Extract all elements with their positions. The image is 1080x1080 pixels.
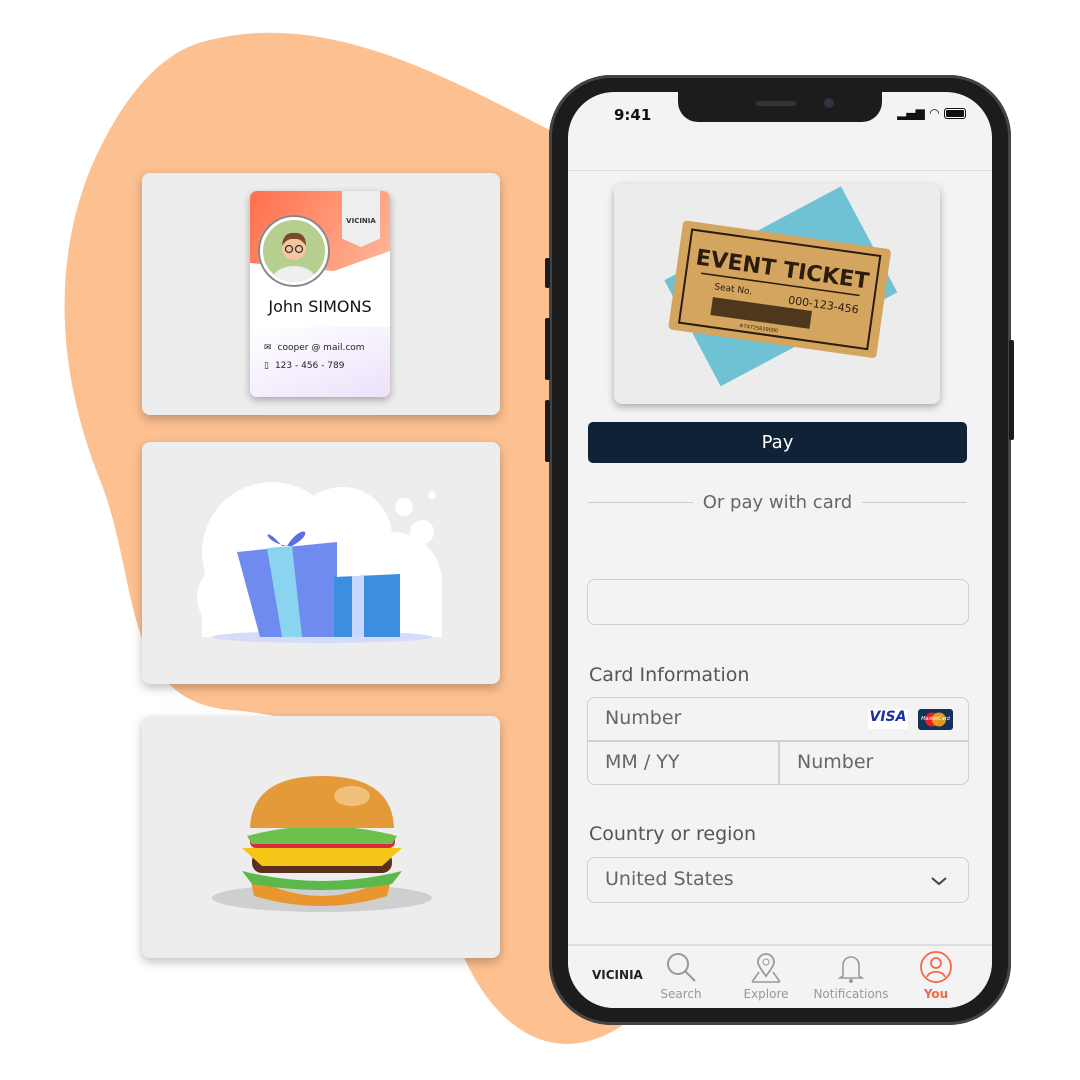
bottom-nav: VICINIA Search Explore Notifications You <box>568 944 992 1008</box>
notch <box>678 92 882 122</box>
nav-you[interactable]: You <box>896 950 976 1001</box>
wifi-icon: ◠ <box>929 106 939 120</box>
event-ticket-image: EVENT TICKET Seat No. 000-123-456 #74725… <box>614 184 940 404</box>
id-name: John SIMONS <box>268 297 372 316</box>
food-card-panel <box>142 716 500 958</box>
vicinia-logo: VICINIA <box>342 191 380 247</box>
status-time: 9:41 <box>614 106 652 124</box>
signal-icon: ▂▄▆ <box>897 106 925 120</box>
user-icon <box>920 951 952 983</box>
expiry-input[interactable]: MM / YY <box>605 751 679 773</box>
vicinia-logo[interactable]: VICINIA <box>592 968 643 982</box>
id-card-panel: VICINIA John SIMONS ✉ cooper @ mail.com ▯… <box>142 173 500 415</box>
mastercard-icon: MasterCard <box>918 709 953 730</box>
country-value: United States <box>605 868 734 890</box>
mail-icon: ✉ <box>264 343 272 353</box>
nav-notifications[interactable]: Notifications <box>811 950 891 1001</box>
bell-icon <box>837 956 865 983</box>
phone-icon: ▯ <box>264 361 269 371</box>
email-input[interactable] <box>587 579 969 625</box>
card-number-input[interactable]: Number <box>605 707 681 729</box>
or-divider: Or pay with card <box>588 492 967 513</box>
visa-icon: VISA <box>868 709 908 729</box>
cvc-input[interactable]: Number <box>797 751 873 773</box>
mastercard-label: MasterCard <box>921 716 950 722</box>
avatar <box>260 217 328 285</box>
nav-explore[interactable]: Explore <box>726 950 806 1001</box>
id-email: cooper @ mail.com <box>277 343 365 353</box>
id-card: VICINIA John SIMONS ✉ cooper @ mail.com ▯… <box>250 191 390 397</box>
burger-icon <box>212 776 432 912</box>
phone-screen: 9:41 ▂▄▆ ◠ EVENT TICKET Seat No. 000-123-… <box>568 92 992 1008</box>
battery-icon <box>944 107 966 119</box>
map-pin-icon <box>751 953 781 983</box>
id-phone: 123 - 456 - 789 <box>274 361 345 371</box>
country-select[interactable]: United States <box>587 857 969 903</box>
gift-card-panel <box>142 442 500 684</box>
pay-button[interactable]: Pay <box>588 422 967 463</box>
chevron-down-icon <box>931 877 947 886</box>
card-info-label: Card Information <box>589 664 750 686</box>
nav-search[interactable]: Search <box>641 950 721 1001</box>
card-info-group: Number VISA MasterCard MM / YY Number <box>587 697 969 785</box>
country-label: Country or region <box>589 823 757 845</box>
gift-box-icon <box>197 482 442 643</box>
search-icon <box>667 953 696 982</box>
